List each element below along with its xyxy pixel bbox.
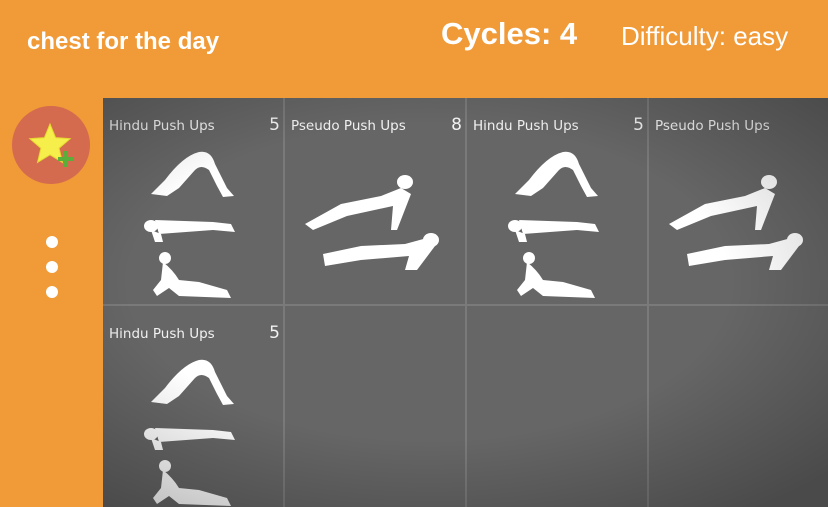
cycles-label: Cycles: 4 [441, 16, 578, 51]
exercise-card[interactable]: Hindu Push Ups 5 [103, 98, 285, 306]
exercise-count: 5 [269, 115, 280, 135]
empty-slot [285, 306, 467, 507]
empty-slot [467, 306, 649, 507]
exercise-card[interactable]: Pseudo Push Ups 8 [285, 98, 467, 306]
pseudo-push-ups-figure-icon [669, 175, 803, 270]
exercise-card[interactable]: Hindu Push Ups 5 [467, 98, 649, 306]
more-dot [46, 261, 58, 273]
more-options-button[interactable] [40, 232, 66, 304]
difficulty-label: Difficulty: easy [621, 21, 789, 51]
exercise-grid: Hindu Push Ups 5 Pseudo Push Ups 8 Hindu… [103, 98, 828, 507]
hindu-push-ups-figure-icon [508, 151, 599, 298]
workout-title: chest for the day [27, 28, 220, 55]
exercise-name: Hindu Push Ups [109, 118, 215, 134]
pseudo-push-ups-figure-icon [305, 175, 439, 270]
hindu-push-ups-figure-icon [144, 151, 235, 298]
hindu-push-ups-figure-icon [144, 359, 235, 506]
more-dot [46, 286, 58, 298]
empty-slot [649, 306, 828, 507]
exercise-name: Hindu Push Ups [109, 326, 215, 342]
exercise-card[interactable]: Hindu Push Ups 5 [103, 306, 285, 507]
exercise-count: 5 [633, 115, 644, 135]
header-bar: chest for the day Cycles: 4 Difficulty: … [0, 0, 828, 98]
exercise-name: Hindu Push Ups [473, 118, 579, 134]
exercise-name: Pseudo Push Ups [291, 118, 406, 134]
exercise-count: 8 [451, 115, 462, 135]
exercise-card[interactable]: Pseudo Push Ups 8 [649, 98, 828, 306]
exercise-name: Pseudo Push Ups [655, 118, 770, 134]
more-dot [46, 236, 58, 248]
add-favorite-button[interactable] [12, 106, 90, 184]
exercise-count: 5 [269, 323, 280, 343]
star-plus-icon [28, 122, 74, 167]
